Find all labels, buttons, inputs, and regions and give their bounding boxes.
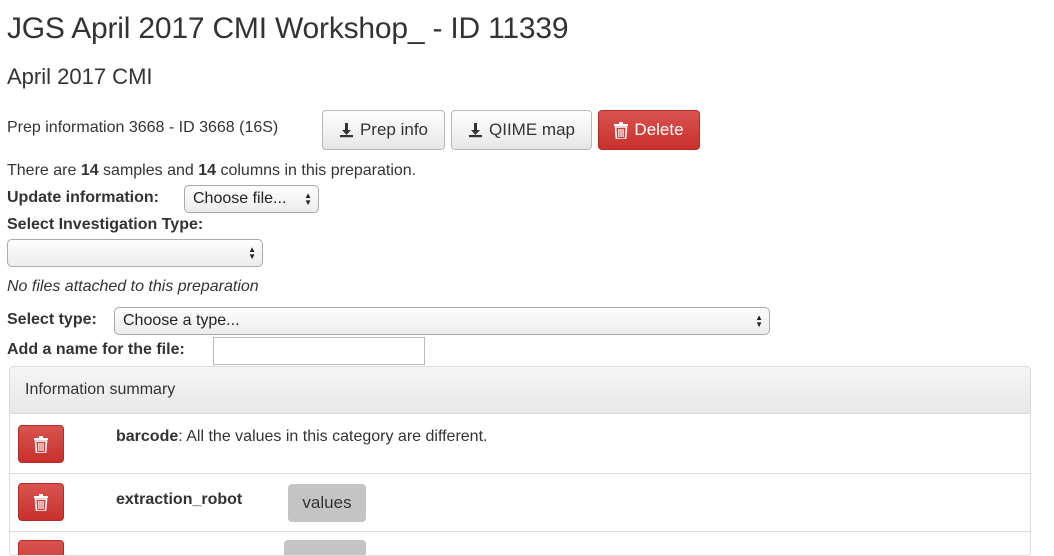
delete-barcode-button[interactable] <box>18 425 64 463</box>
delete-extraction-robot-button[interactable] <box>18 483 64 521</box>
prep-info-button-label: Prep info <box>359 120 429 139</box>
delete-prep-button-label: Delete <box>634 120 684 139</box>
download-icon <box>339 123 353 138</box>
page-title: JGS April 2017 CMI Workshop_ - ID 11339 <box>7 12 569 45</box>
trash-icon <box>34 493 48 511</box>
columns-count: 14 <box>198 162 217 179</box>
no-files-note: No files attached to this preparation <box>7 278 259 295</box>
category-description: : All the values in this category are di… <box>178 428 488 445</box>
values-button[interactable] <box>284 540 366 555</box>
prep-info-label: Prep information 3668 - ID 3668 (16S) <box>7 119 279 136</box>
page-subtitle: April 2017 CMI <box>7 64 153 89</box>
information-summary-heading: Information summary <box>10 367 1030 414</box>
barcode-summary: barcode: All the values in this category… <box>116 428 487 446</box>
select-arrows-icon: ▲ ▼ <box>755 313 763 329</box>
row-divider <box>10 473 1030 474</box>
delete-prep-button[interactable]: Delete <box>598 110 700 150</box>
select-arrows-icon: ▲ ▼ <box>304 191 312 207</box>
trash-icon <box>614 121 629 139</box>
qiime-map-button-label: QIIME map <box>489 120 575 139</box>
samples-count: 14 <box>80 162 99 179</box>
download-icon <box>469 123 483 138</box>
trash-icon <box>34 435 48 453</box>
qiime-map-button[interactable]: QIIME map <box>451 110 592 150</box>
investigation-type-select[interactable]: ▲ ▼ <box>7 239 263 267</box>
values-button[interactable]: values <box>288 484 366 522</box>
select-type-label: Select type: <box>7 311 97 328</box>
row-divider <box>10 531 1030 532</box>
prep-info-button[interactable]: Prep info <box>322 110 445 150</box>
information-summary-panel: Information summary barcode: All the val… <box>9 366 1031 556</box>
delete-next-category-button[interactable] <box>18 540 64 555</box>
select-type-dropdown[interactable]: Choose a type... ▲ ▼ <box>114 307 770 335</box>
samples-columns-summary: There are 14 samples and 14 columns in t… <box>7 162 417 179</box>
category-name: extraction_robot <box>116 491 243 508</box>
category-name: barcode <box>116 428 179 445</box>
update-information-label: Update information: <box>7 189 159 206</box>
file-name-input[interactable] <box>213 337 425 365</box>
choose-file-select[interactable]: Choose file... ▲ ▼ <box>184 185 319 213</box>
investigation-type-label: Select Investigation Type: <box>7 216 204 233</box>
select-arrows-icon: ▲ ▼ <box>248 245 256 261</box>
file-name-label: Add a name for the file: <box>7 341 185 358</box>
